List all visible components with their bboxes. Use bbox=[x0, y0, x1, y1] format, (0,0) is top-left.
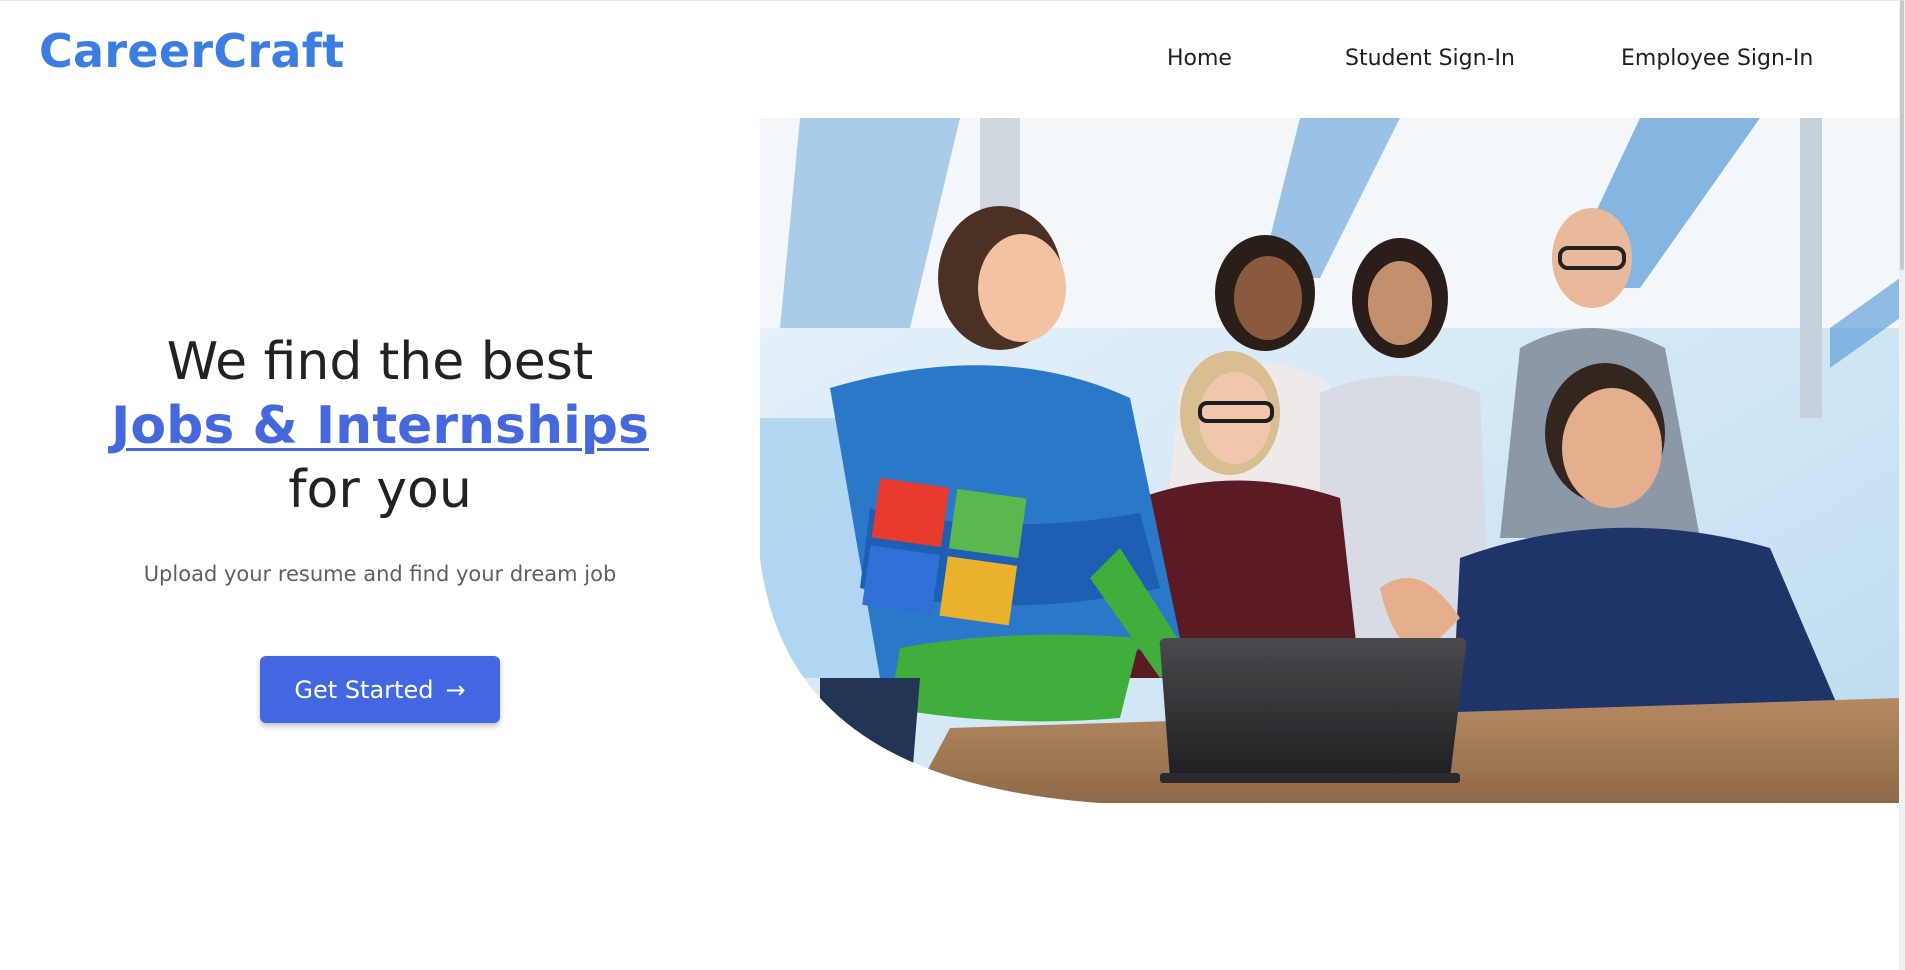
page-scrollbar[interactable] bbox=[1899, 0, 1905, 970]
hero-headline: We find the best Jobs & Internships for … bbox=[80, 330, 680, 522]
nav-home-link[interactable]: Home bbox=[1167, 46, 1232, 71]
arrow-right-icon: → bbox=[445, 675, 466, 704]
headline-line-3: for you bbox=[288, 460, 472, 520]
headline-line-1: We find the best bbox=[166, 332, 594, 392]
get-started-button[interactable]: Get Started → bbox=[260, 656, 500, 723]
hero-copy: We find the best Jobs & Internships for … bbox=[80, 330, 680, 723]
hero-photo bbox=[760, 118, 1900, 803]
landing-page: CareerCraft Home Student Sign-In Employe… bbox=[0, 0, 1905, 970]
top-divider bbox=[0, 0, 1905, 1]
headline-highlight: Jobs & Internships bbox=[111, 396, 649, 456]
nav-student-sign-in-link[interactable]: Student Sign-In bbox=[1345, 46, 1515, 71]
nav-employee-sign-in-link[interactable]: Employee Sign-In bbox=[1621, 46, 1813, 71]
top-navigation: Home Student Sign-In Employee Sign-In bbox=[0, 46, 1905, 76]
hero-subtitle: Upload your resume and find your dream j… bbox=[143, 562, 617, 586]
scrollbar-thumb[interactable] bbox=[1900, 0, 1904, 270]
get-started-label: Get Started bbox=[294, 675, 434, 704]
